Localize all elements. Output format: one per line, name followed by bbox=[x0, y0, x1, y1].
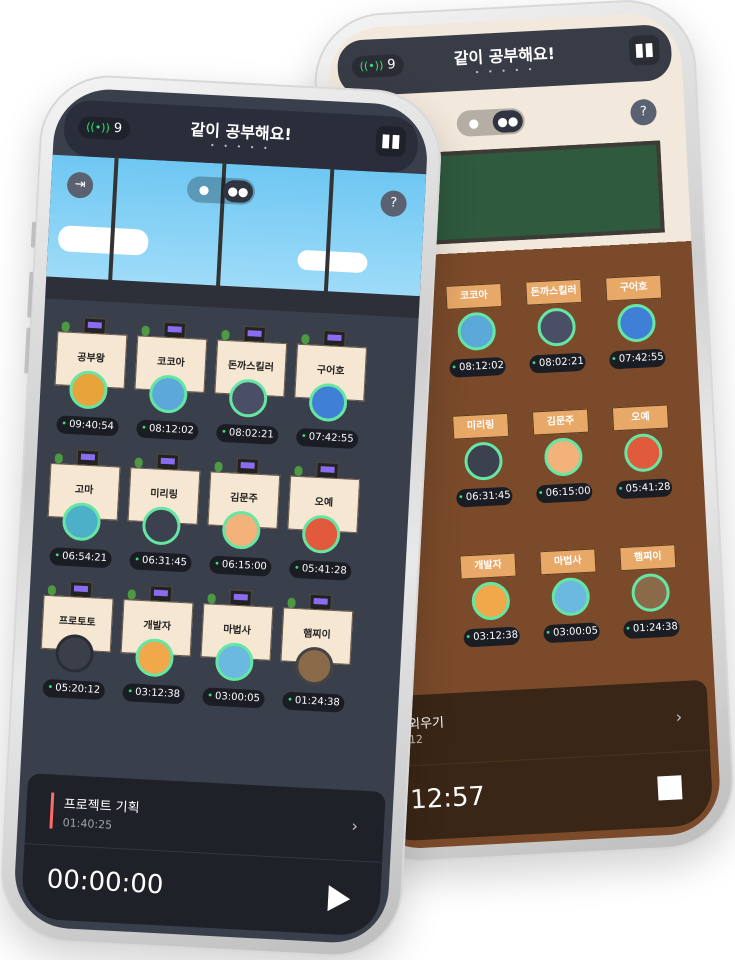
main-timer: 00:00:00 bbox=[45, 864, 165, 901]
bottom-panel: 프로젝트 기획 01:40:25 › 00:00:00 bbox=[20, 773, 386, 937]
desk-card[interactable]: 고마 •06:54:21 bbox=[41, 441, 126, 573]
chevron-right-icon[interactable]: › bbox=[351, 816, 358, 835]
back-mode-toggle[interactable]: ● ●● bbox=[456, 107, 526, 138]
help-icon[interactable]: ? bbox=[629, 98, 658, 126]
desk-card[interactable]: 마법사 •03:00:05 bbox=[194, 581, 279, 713]
desk-card[interactable]: 마법사 •03:00:05 bbox=[535, 548, 605, 661]
desk-card[interactable]: 코코아 •08:12:02 bbox=[441, 282, 511, 396]
person-icon[interactable]: ● bbox=[458, 111, 489, 135]
desk-card[interactable]: 개발자 •03:12:38 bbox=[455, 552, 525, 665]
current-task[interactable]: 프로젝트 기획 01:40:25 bbox=[49, 792, 141, 834]
desk-card[interactable]: 개발자 •03:12:38 bbox=[114, 577, 199, 709]
bar-chart-icon[interactable]: ▮▮ bbox=[375, 125, 407, 158]
desk-card[interactable]: 공부왕 •09:40:54 bbox=[48, 309, 133, 441]
desk-card[interactable]: 햄찌이 •01:24:38 bbox=[615, 544, 685, 657]
desk-card[interactable]: 구어호 •07:42:55 bbox=[288, 322, 373, 454]
back-bottom-panel: 외우기 12 › 12:57 bbox=[368, 679, 714, 843]
desk-card[interactable]: 오예 •05:41:28 bbox=[608, 404, 678, 517]
desk-card[interactable]: 구어호 •07:42:55 bbox=[601, 274, 671, 387]
desk-card[interactable]: 미리링 •06:31:45 bbox=[448, 412, 518, 526]
chevron-right-icon[interactable]: › bbox=[675, 707, 682, 726]
desk-card[interactable]: 돈까스킬러 •08:02:21 bbox=[521, 278, 591, 392]
task-elapsed: 01:40:25 bbox=[62, 816, 113, 832]
front-screen: ((•)) 9 같이 공부해요! • • • • • ▮▮ ⇥ ● ●● ? 공부… bbox=[12, 86, 430, 946]
desk-card[interactable]: 미리링 •06:31:45 bbox=[121, 445, 206, 577]
avatar bbox=[550, 576, 591, 617]
desk-card[interactable]: 김문주 •06:15:00 bbox=[201, 449, 286, 581]
desk-card[interactable]: 코코아 •08:12:02 bbox=[128, 313, 213, 445]
avatar bbox=[470, 580, 511, 621]
window-sky bbox=[46, 154, 427, 300]
desk-card[interactable]: 돈까스킬러 •08:02:21 bbox=[208, 317, 293, 449]
back-timer: 12:57 bbox=[409, 781, 486, 816]
front-phone: ((•)) 9 같이 공부해요! • • • • • ▮▮ ⇥ ● ●● ? 공부… bbox=[0, 72, 445, 960]
desk-card[interactable]: 김문주 •06:15:00 bbox=[528, 408, 598, 521]
bar-chart-icon[interactable]: ▮▮ bbox=[628, 34, 660, 66]
person-icon[interactable]: ● bbox=[189, 178, 220, 202]
back-task-label[interactable]: 외우기 bbox=[408, 712, 445, 733]
group-icon[interactable]: ●● bbox=[222, 179, 254, 204]
back-header: ((•)) 9 같이 공부해요! • • • • • ▮▮ bbox=[336, 23, 673, 98]
avatar bbox=[543, 437, 584, 477]
task-name: 프로젝트 기획 bbox=[63, 797, 140, 817]
desk-card[interactable]: 오예 •05:41:28 bbox=[281, 453, 366, 585]
group-icon[interactable]: ●● bbox=[492, 109, 524, 134]
avatar bbox=[463, 441, 504, 482]
avatar bbox=[536, 307, 577, 348]
avatar bbox=[623, 432, 664, 473]
avatar bbox=[616, 302, 657, 343]
play-icon[interactable] bbox=[327, 885, 351, 913]
avatar bbox=[456, 311, 497, 352]
back-task-elapsed: 12 bbox=[408, 732, 424, 747]
mode-toggle[interactable]: ● ●● bbox=[186, 175, 256, 206]
desk-card[interactable]: 햄찌이 •01:24:38 bbox=[274, 585, 359, 717]
desk-card[interactable]: 프로토토 •05:20:12 bbox=[34, 573, 119, 705]
avatar bbox=[630, 572, 671, 613]
stop-icon[interactable] bbox=[657, 775, 683, 801]
